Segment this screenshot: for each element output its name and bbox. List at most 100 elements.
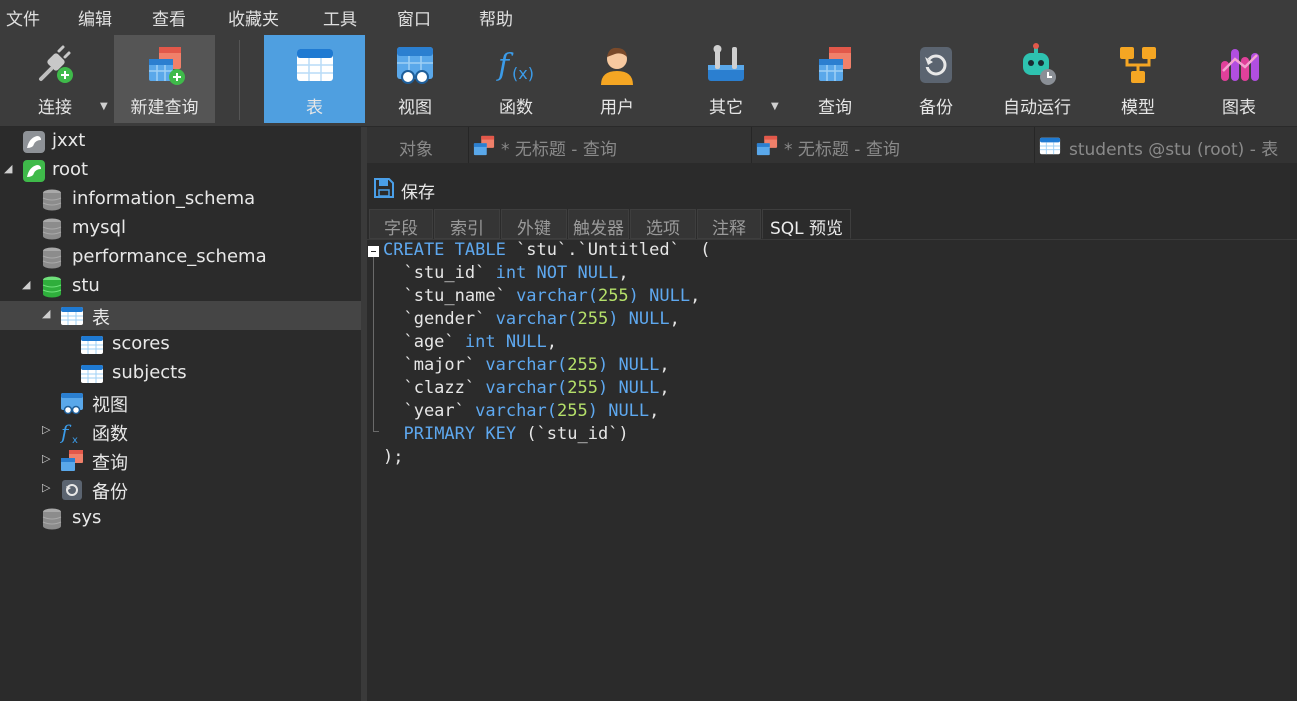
tree-label: root bbox=[52, 159, 89, 180]
expanded-arrow-icon[interactable]: ◢ bbox=[4, 162, 12, 175]
menu-window[interactable]: 窗口 bbox=[397, 5, 431, 30]
tree-item-stu[interactable]: ◢ stu bbox=[0, 272, 361, 301]
code-text: `stu_id` bbox=[383, 263, 496, 283]
tree-label: 备份 bbox=[92, 482, 128, 503]
subtab-fields[interactable]: 字段 bbox=[369, 209, 433, 239]
function-icon: f (x) bbox=[496, 48, 534, 83]
connect-dropdown-icon[interactable]: ▼ bbox=[100, 101, 108, 112]
fold-guide-end bbox=[373, 431, 379, 432]
backup-button[interactable]: 备份 bbox=[887, 35, 985, 123]
subtab-indexes[interactable]: 索引 bbox=[434, 209, 500, 239]
backup-label: 备份 bbox=[919, 98, 953, 118]
subtab-foreign-keys[interactable]: 外键 bbox=[501, 209, 567, 239]
code-text: (`stu_id`) bbox=[516, 424, 629, 444]
code-keyword: ) NULL bbox=[597, 378, 660, 398]
save-label: 保存 bbox=[401, 183, 435, 203]
chart-icon bbox=[1221, 49, 1259, 81]
function-label: 函数 bbox=[499, 98, 533, 118]
view-button[interactable]: 视图 bbox=[366, 35, 464, 123]
subtab-comment[interactable]: 注释 bbox=[697, 209, 761, 239]
user-button[interactable]: 用户 bbox=[568, 35, 666, 123]
other-dropdown-icon[interactable]: ▼ bbox=[771, 101, 779, 112]
tree-item-root[interactable]: ◢ root bbox=[0, 156, 361, 185]
code-text: `stu`.`Untitled` ( bbox=[505, 240, 711, 260]
code-text: , bbox=[690, 286, 701, 306]
menu-file[interactable]: 文件 bbox=[6, 5, 40, 30]
expanded-arrow-icon[interactable]: ◢ bbox=[22, 278, 30, 291]
main-toolbar: 连接 ▼ 新建查询 表 视图 f (x) 函数 用户 其它 ▼ 查询 备份 自动… bbox=[0, 32, 1297, 127]
code-keyword: ) NULL bbox=[587, 401, 650, 421]
menu-edit[interactable]: 编辑 bbox=[78, 5, 112, 30]
tab-untitled-query-2[interactable]: * 无标题 - 查询 bbox=[752, 127, 1035, 163]
code-keyword: ) NULL bbox=[597, 355, 660, 375]
model-button[interactable]: 模型 bbox=[1089, 35, 1187, 123]
auto-run-button[interactable]: 自动运行 bbox=[988, 35, 1086, 123]
model-label: 模型 bbox=[1121, 98, 1155, 118]
menu-help[interactable]: 帮助 bbox=[479, 5, 513, 30]
tree-item-backups[interactable]: ▷ 备份 bbox=[0, 475, 361, 504]
tree-label: sys bbox=[72, 507, 102, 528]
model-icon bbox=[1120, 47, 1156, 83]
code-text: ); bbox=[383, 447, 404, 467]
menu-tools[interactable]: 工具 bbox=[323, 5, 357, 30]
menu-favorites[interactable]: 收藏夹 bbox=[228, 5, 279, 30]
query-button[interactable]: 查询 bbox=[786, 35, 884, 123]
code-text: `stu_name` bbox=[383, 286, 517, 306]
subtab-triggers[interactable]: 触发器 bbox=[568, 209, 629, 239]
database-icon bbox=[42, 218, 62, 240]
view-icon bbox=[61, 393, 83, 415]
plug-connect-icon bbox=[39, 45, 73, 83]
view-icon bbox=[397, 47, 433, 84]
tree-item-views[interactable]: 视图 bbox=[0, 388, 361, 417]
subtab-sql-preview[interactable]: SQL 预览 bbox=[762, 209, 851, 239]
tree-item-subjects[interactable]: subjects bbox=[0, 359, 361, 388]
tree-item-information-schema[interactable]: information_schema bbox=[0, 185, 361, 214]
tools-icon bbox=[708, 45, 744, 81]
tree-item-mysql[interactable]: mysql bbox=[0, 214, 361, 243]
code-number: 255 bbox=[577, 309, 609, 329]
connect-button[interactable]: 连接 bbox=[6, 35, 104, 123]
function-icon: f x bbox=[60, 420, 78, 444]
table-button[interactable]: 表 bbox=[264, 35, 365, 123]
tree-label: stu bbox=[72, 275, 100, 296]
tab-objects[interactable]: 对象 bbox=[367, 127, 469, 163]
tree-label: performance_schema bbox=[72, 246, 267, 267]
code-number: 255 bbox=[597, 286, 629, 306]
new-query-button[interactable]: 新建查询 bbox=[114, 35, 215, 123]
collapsed-arrow-icon[interactable]: ▷ bbox=[42, 423, 50, 436]
query-icon bbox=[473, 135, 495, 156]
expanded-arrow-icon[interactable]: ◢ bbox=[42, 307, 50, 320]
query-icon bbox=[819, 47, 851, 81]
chart-button[interactable]: 图表 bbox=[1190, 35, 1288, 123]
other-label: 其它 bbox=[709, 98, 743, 118]
tree-item-queries[interactable]: ▷ 查询 bbox=[0, 446, 361, 475]
other-button[interactable]: 其它 bbox=[678, 35, 774, 123]
code-text: , bbox=[659, 378, 670, 398]
sql-preview-code[interactable]: CREATE TABLE `stu`.`Untitled` ( `stu_id`… bbox=[367, 240, 1297, 701]
code-text: `year` bbox=[383, 401, 476, 421]
function-button[interactable]: f (x) 函数 bbox=[467, 35, 565, 123]
tree-item-scores[interactable]: scores bbox=[0, 330, 361, 359]
subtab-options[interactable]: 选项 bbox=[630, 209, 696, 239]
tree-label: information_schema bbox=[72, 188, 256, 209]
database-icon bbox=[42, 508, 62, 530]
tree-item-functions[interactable]: ▷ f x 函数 bbox=[0, 417, 361, 446]
tree-item-tables[interactable]: ◢ 表 bbox=[0, 301, 361, 330]
collapsed-arrow-icon[interactable]: ▷ bbox=[42, 452, 50, 465]
code-keyword: ) NULL bbox=[608, 309, 670, 329]
tree-item-performance-schema[interactable]: performance_schema bbox=[0, 243, 361, 272]
collapsed-arrow-icon[interactable]: ▷ bbox=[42, 481, 50, 494]
tab-untitled-query-1[interactable]: * 无标题 - 查询 bbox=[469, 127, 752, 163]
subtab-label: 索引 bbox=[450, 219, 484, 239]
tab-label: * 无标题 - 查询 bbox=[501, 140, 617, 160]
fold-collapse-icon[interactable] bbox=[368, 246, 379, 257]
code-keyword: ) NULL bbox=[628, 286, 691, 306]
robot-icon bbox=[1023, 43, 1056, 85]
tab-label: * 无标题 - 查询 bbox=[784, 140, 900, 160]
code-number: 255 bbox=[567, 355, 598, 375]
menu-view[interactable]: 查看 bbox=[152, 5, 186, 30]
tab-label: 对象 bbox=[399, 140, 433, 160]
tab-students-table[interactable]: students @stu (root) - 表 bbox=[1035, 127, 1297, 163]
tree-item-sys[interactable]: sys bbox=[0, 504, 361, 533]
tree-item-jxxt[interactable]: jxxt bbox=[0, 127, 361, 156]
